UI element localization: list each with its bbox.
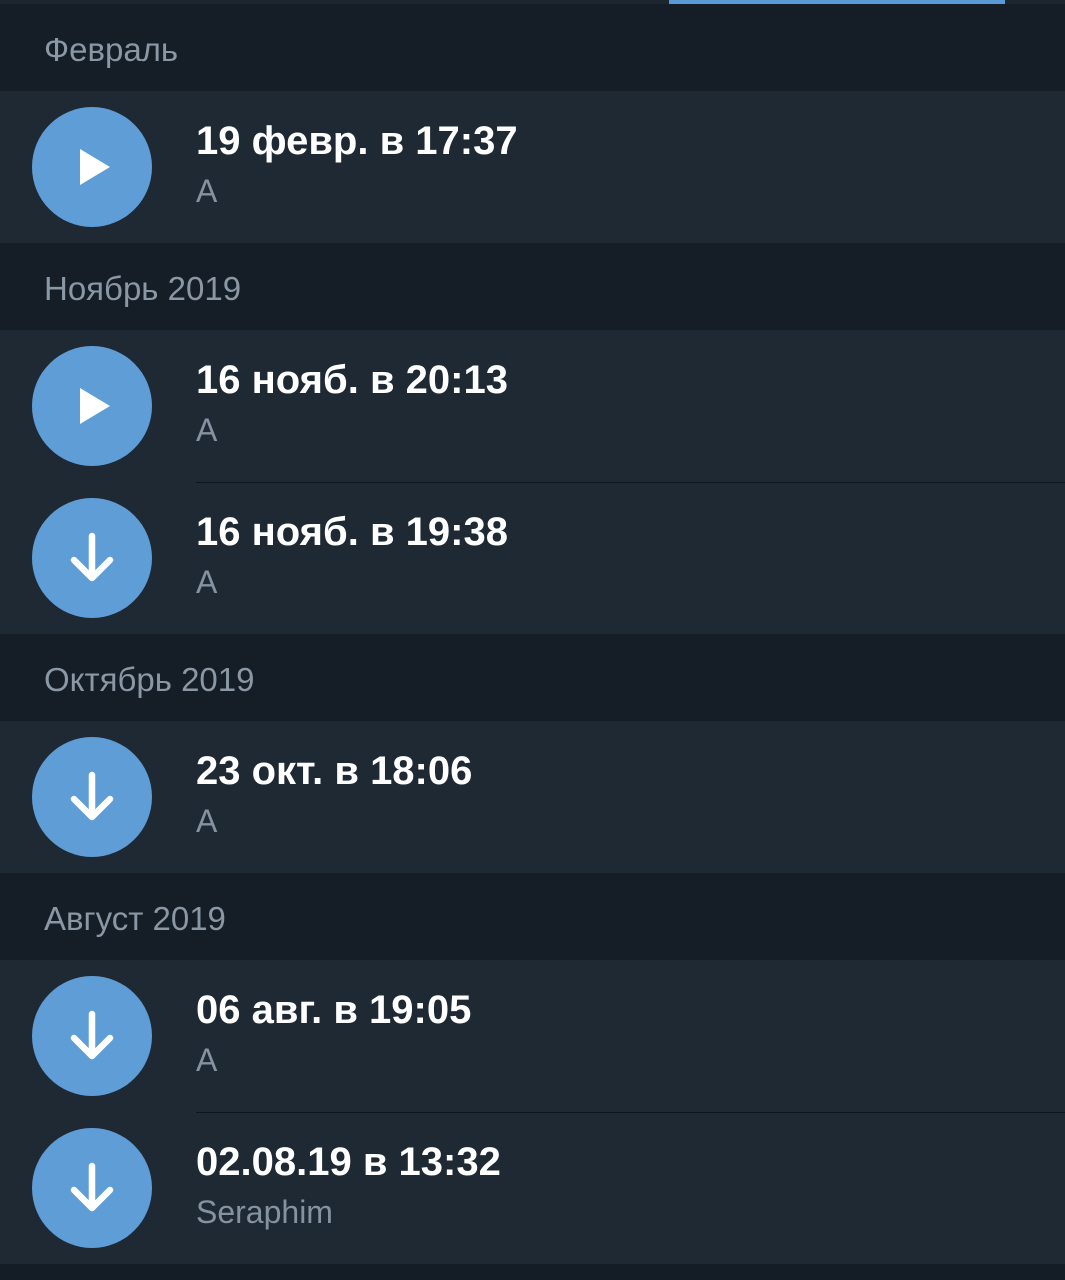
download-arrow-icon <box>64 769 120 825</box>
item-sender-name: A <box>196 1042 218 1078</box>
item-sender-name: A <box>196 173 218 209</box>
item-date-title: 19 февр. в 17:37 <box>196 119 518 163</box>
month-header: Октябрь 2019 <box>0 634 1065 721</box>
item-sender-name: A <box>196 803 218 839</box>
voice-messages-list-screen: Февраль 19 февр. в 17:37 A Ноябрь 2019 1… <box>0 0 1065 1280</box>
play-button[interactable] <box>32 346 152 466</box>
list-item[interactable]: 23 окт. в 18:06 A <box>0 721 1065 873</box>
download-arrow-icon <box>64 530 120 586</box>
tab-strip <box>0 0 1065 4</box>
download-button[interactable] <box>32 737 152 857</box>
play-icon <box>70 145 114 189</box>
item-date-title: 16 нояб. в 20:13 <box>196 358 508 402</box>
month-header: Август 2019 <box>0 873 1065 960</box>
item-sender-name: A <box>196 412 218 448</box>
list-item[interactable]: 16 нояб. в 20:13 A <box>0 330 1065 482</box>
list-item[interactable]: 06 авг. в 19:05 A <box>0 960 1065 1112</box>
list-item[interactable]: 02.08.19 в 13:32 Seraphim <box>0 1112 1065 1264</box>
download-button[interactable] <box>32 976 152 1096</box>
active-tab-indicator <box>669 0 1005 4</box>
month-header: Февраль <box>0 4 1065 91</box>
play-button[interactable] <box>32 107 152 227</box>
item-date-title: 23 окт. в 18:06 <box>196 749 473 793</box>
item-divider <box>196 482 1065 483</box>
download-button[interactable] <box>32 1128 152 1248</box>
list-item[interactable]: 19 февр. в 17:37 A <box>0 91 1065 243</box>
item-sender-name: Seraphim <box>196 1194 333 1230</box>
download-arrow-icon <box>64 1160 120 1216</box>
download-button[interactable] <box>32 498 152 618</box>
list-item[interactable]: 16 нояб. в 19:38 A <box>0 482 1065 634</box>
month-header: Ноябрь 2019 <box>0 243 1065 330</box>
item-divider <box>196 1112 1065 1113</box>
download-arrow-icon <box>64 1008 120 1064</box>
item-date-title: 16 нояб. в 19:38 <box>196 510 508 554</box>
item-sender-name: A <box>196 564 218 600</box>
play-icon <box>70 384 114 428</box>
item-date-title: 06 авг. в 19:05 <box>196 988 472 1032</box>
item-date-title: 02.08.19 в 13:32 <box>196 1140 501 1184</box>
